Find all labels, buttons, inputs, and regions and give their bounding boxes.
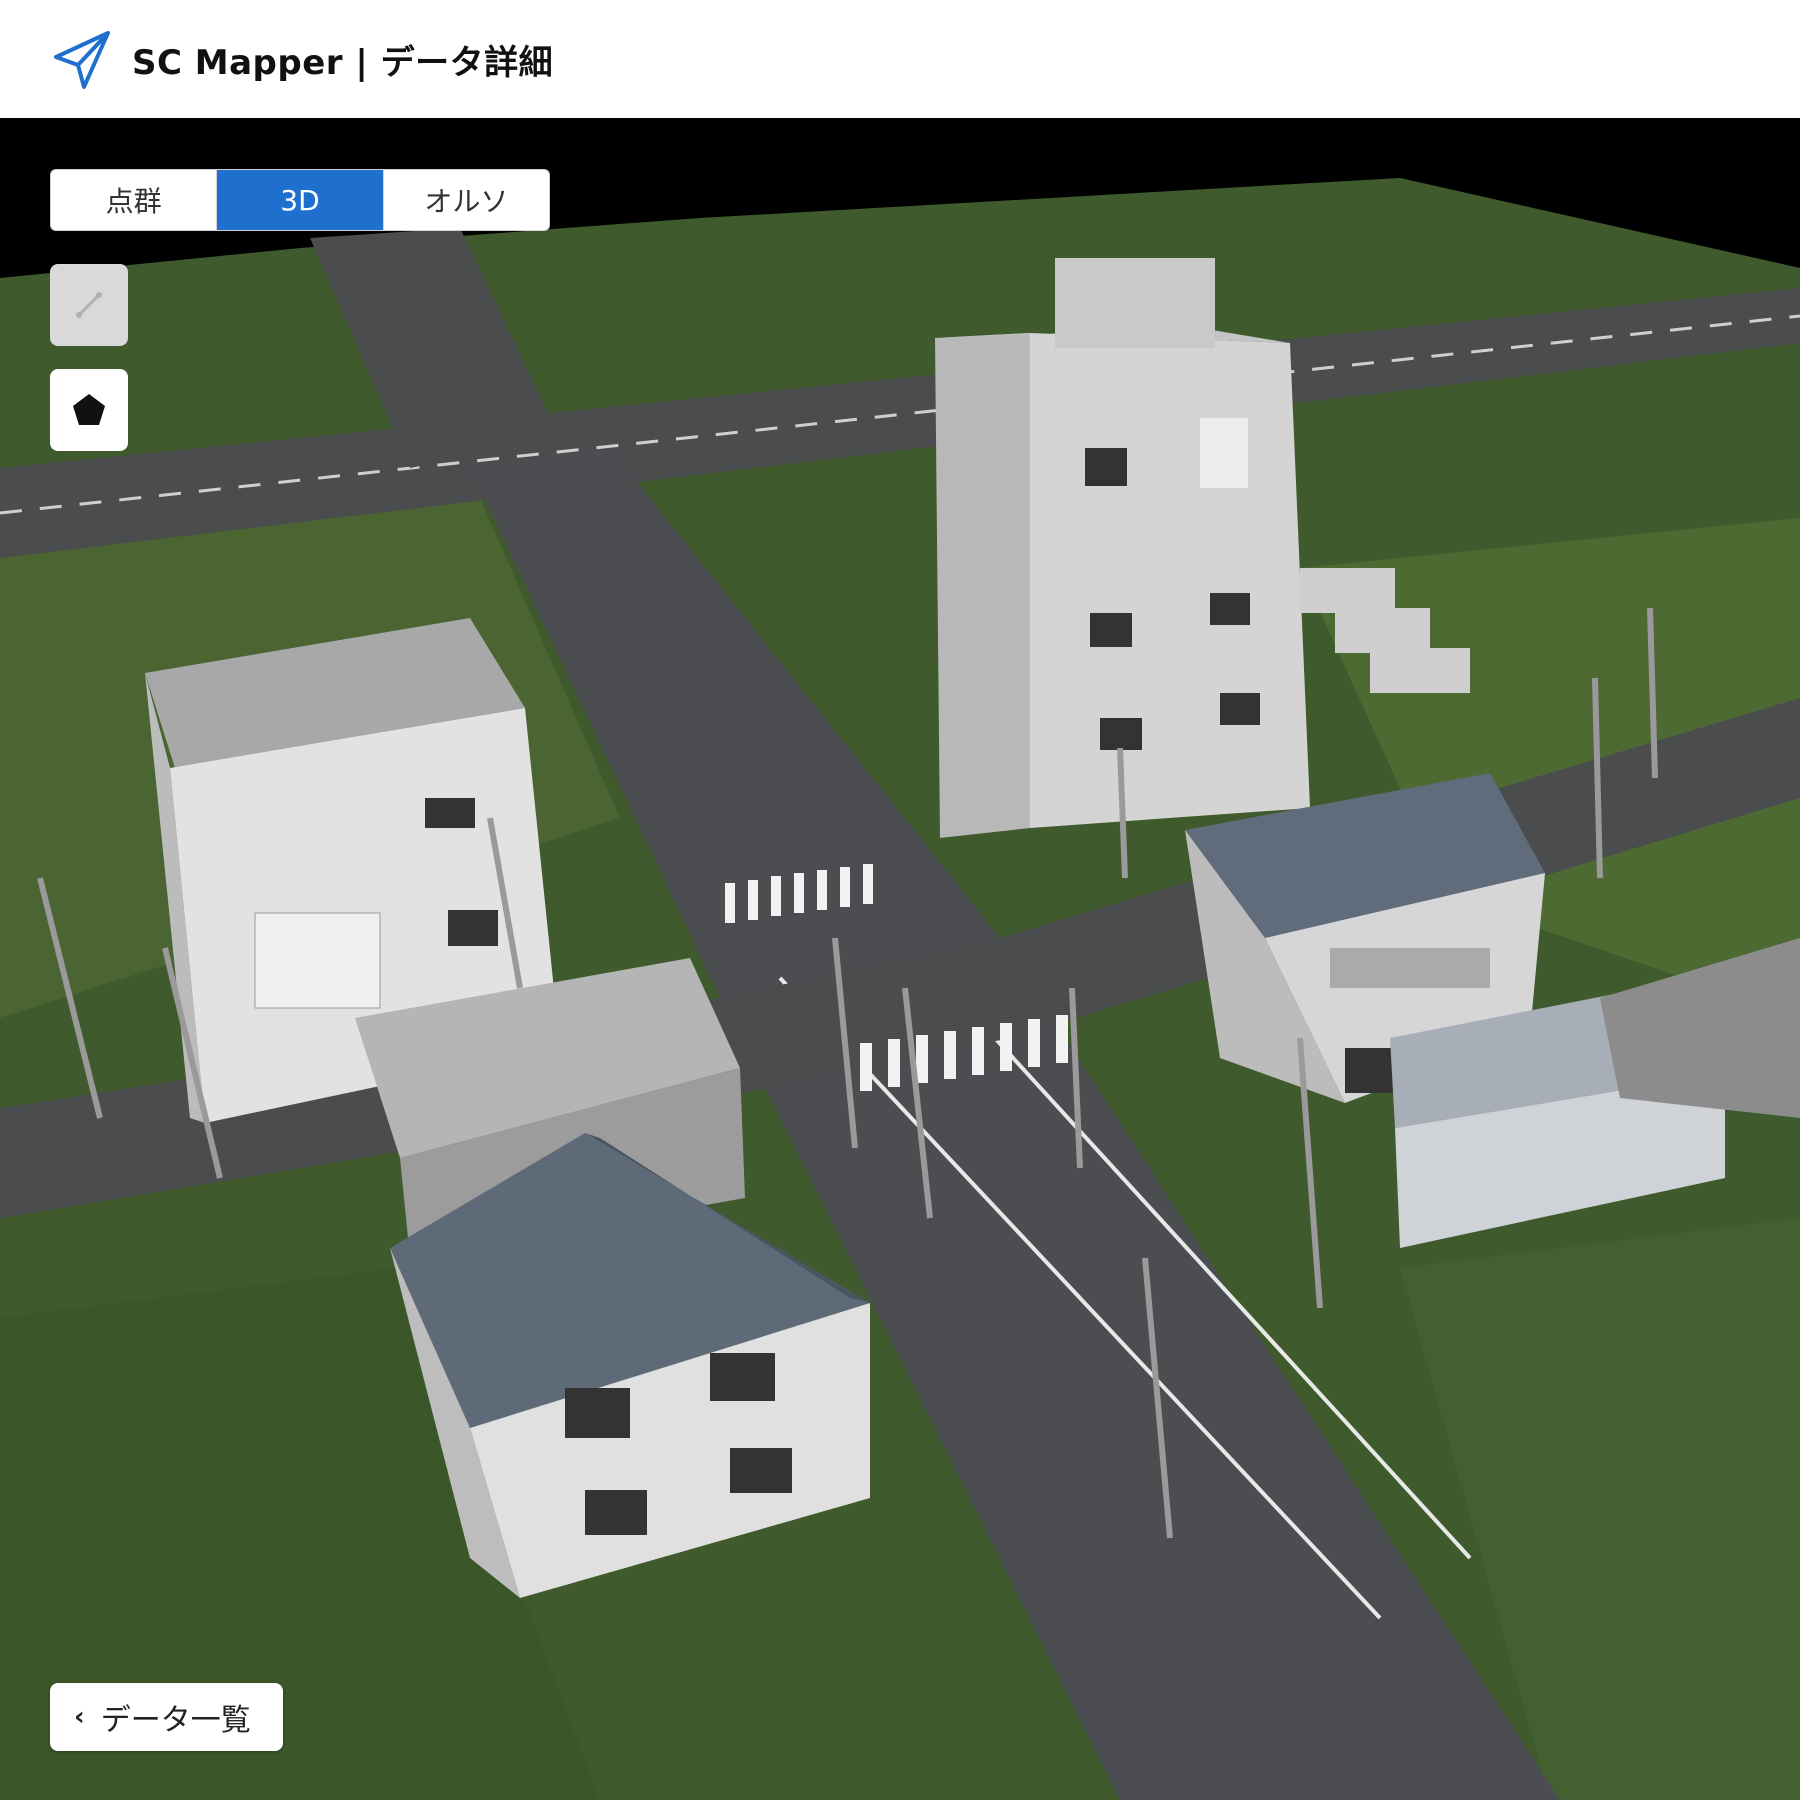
back-button-label: データ一覧 [100,1703,251,1738]
chevron-left-icon: ‹ [74,1702,85,1732]
3d-scene [0,118,1800,1800]
mode-point-cloud[interactable]: 点群 [51,170,218,230]
measure-line-icon [76,292,102,318]
polygon-tool-button[interactable] [50,369,128,451]
page-title: SC Mapper | データ詳細 [132,42,554,83]
3d-viewport[interactable] [0,118,1800,1800]
back-to-data-list-button[interactable]: ‹ データ一覧 [50,1683,283,1751]
mode-ortho[interactable]: オルソ [383,170,549,230]
measure-tool-button[interactable] [50,264,128,346]
mode-3d[interactable]: 3D [217,170,384,230]
view-mode-toggle: 点群 3D オルソ [50,169,550,231]
paper-plane-icon [54,31,110,89]
pentagon-icon [73,394,105,425]
app-header: SC Mapper | データ詳細 [0,0,1800,118]
